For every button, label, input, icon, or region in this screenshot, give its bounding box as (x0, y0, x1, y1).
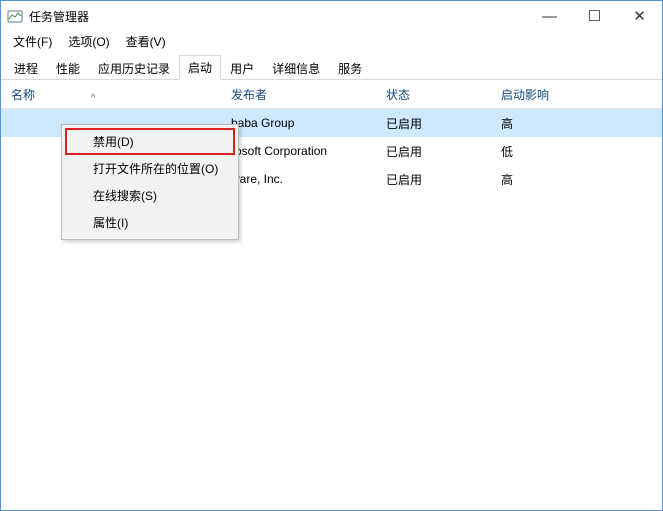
cell-status: 已启用 (376, 115, 491, 132)
menu-view[interactable]: 查看(V) (118, 31, 174, 52)
task-manager-window: 任务管理器 — ☐ ✕ 文件(F) 选项(O) 查看(V) 进程 性能 应用历史… (0, 0, 663, 511)
cell-impact: 高 (491, 115, 641, 132)
menu-bar: 文件(F) 选项(O) 查看(V) (1, 31, 662, 55)
column-header-name-label: 名称 (11, 88, 35, 102)
tab-strip: 进程 性能 应用历史记录 启动 用户 详细信息 服务 (1, 55, 662, 80)
column-header-name[interactable]: 名称 ^ (1, 86, 221, 103)
window-title: 任务管理器 (29, 8, 89, 25)
column-header-publisher[interactable]: 发布者 (221, 86, 376, 103)
ctx-disable[interactable]: 禁用(D) (65, 128, 235, 155)
context-menu: 禁用(D) 打开文件所在的位置(O) 在线搜索(S) 属性(I) (61, 124, 239, 240)
tab-users[interactable]: 用户 (221, 56, 263, 80)
maximize-button[interactable]: ☐ (572, 1, 617, 31)
tab-details[interactable]: 详细信息 (263, 56, 329, 80)
title-bar: 任务管理器 — ☐ ✕ (1, 1, 662, 31)
cell-impact: 高 (491, 171, 641, 188)
ctx-search-online[interactable]: 在线搜索(S) (65, 182, 235, 209)
window-controls: — ☐ ✕ (527, 1, 662, 31)
ctx-open-file-location[interactable]: 打开文件所在的位置(O) (65, 155, 235, 182)
app-icon (7, 8, 23, 24)
cell-publisher: ware, Inc. (221, 172, 376, 186)
tab-startup[interactable]: 启动 (179, 55, 221, 80)
sort-indicator-icon: ^ (91, 92, 95, 102)
close-button[interactable]: ✕ (617, 1, 662, 31)
menu-options[interactable]: 选项(O) (60, 31, 117, 52)
menu-file[interactable]: 文件(F) (5, 31, 60, 52)
minimize-button[interactable]: — (527, 1, 572, 31)
column-header-status[interactable]: 状态 (376, 86, 491, 103)
cell-status: 已启用 (376, 143, 491, 160)
cell-publisher: baba Group (221, 116, 376, 130)
table-header: 名称 ^ 发布者 状态 启动影响 (1, 80, 662, 109)
tab-app-history[interactable]: 应用历史记录 (89, 56, 179, 80)
tab-services[interactable]: 服务 (329, 56, 371, 80)
ctx-properties[interactable]: 属性(I) (65, 209, 235, 236)
cell-impact: 低 (491, 143, 641, 160)
cell-publisher: rosoft Corporation (221, 144, 376, 158)
tab-performance[interactable]: 性能 (47, 56, 89, 80)
column-header-impact[interactable]: 启动影响 (491, 86, 641, 103)
cell-status: 已启用 (376, 171, 491, 188)
tab-processes[interactable]: 进程 (5, 56, 47, 80)
